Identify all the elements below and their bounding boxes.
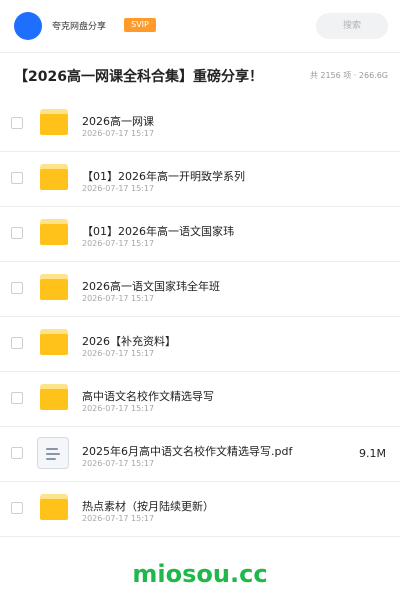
list-item[interactable]: 2026【补充资料】 2026-07-17 15:17 — [0, 317, 400, 372]
site-name: 夸克网盘分享 — [52, 22, 107, 32]
item-date: 2026-07-17 15:17 — [82, 459, 155, 468]
folder-icon — [40, 109, 68, 135]
item-checkbox[interactable] — [11, 447, 23, 459]
item-checkbox[interactable] — [11, 337, 23, 349]
share-title-bar: 【2026高一网课全科合集】重磅分享！ 共 2156 项 · 266.6G — [0, 52, 400, 98]
list-item[interactable]: 【01】2026年高一语文国家玮 2026-07-17 15:17 — [0, 207, 400, 262]
item-date: 2026-07-17 15:17 — [82, 294, 155, 303]
folder-icon — [40, 164, 68, 190]
item-checkbox[interactable] — [11, 392, 23, 404]
item-checkbox[interactable] — [11, 227, 23, 239]
list-item[interactable]: 高中语文名校作文精选导写 2026-07-17 15:17 — [0, 372, 400, 427]
item-date: 2026-07-17 15:17 — [82, 184, 155, 193]
list-item[interactable]: 2026高一语文国家玮全年班 2026-07-17 15:17 — [0, 262, 400, 317]
item-checkbox[interactable] — [11, 502, 23, 514]
list-item[interactable]: 2026高一网课 2026-07-17 15:17 — [0, 97, 400, 152]
folder-icon — [40, 219, 68, 245]
item-name: 【01】2026年高一开明致学系列 — [82, 170, 245, 183]
item-checkbox[interactable] — [11, 172, 23, 184]
search-input[interactable] — [316, 13, 388, 39]
item-name: 2026高一网课 — [82, 115, 154, 128]
item-name: 【01】2026年高一语文国家玮 — [82, 225, 234, 238]
folder-icon — [40, 384, 68, 410]
header-bar: 夸克网盘分享 SVIP — [0, 0, 400, 52]
folder-icon — [40, 329, 68, 355]
list-item[interactable]: 【01】2026年高一开明致学系列 2026-07-17 15:17 — [0, 152, 400, 207]
folder-icon — [40, 494, 68, 520]
svip-badge: SVIP — [124, 18, 156, 32]
avatar[interactable] — [14, 12, 42, 40]
list-item[interactable]: 热点素材（按月陆续更新） 2026-07-17 15:17 — [0, 482, 400, 537]
list-item[interactable]: 2025年6月高中语文名校作文精选导写.pdf 2026-07-17 15:17… — [0, 427, 400, 482]
file-list: 2026高一网课 2026-07-17 15:17 【01】2026年高一开明致… — [0, 97, 400, 537]
item-size: 9.1M — [359, 447, 386, 460]
watermark: miosou.cc — [132, 560, 268, 588]
item-date: 2026-07-17 15:17 — [82, 239, 155, 248]
item-date: 2026-07-17 15:17 — [82, 404, 155, 413]
item-name: 2026【补充资料】 — [82, 335, 176, 348]
folder-icon — [40, 274, 68, 300]
page-title: 【2026高一网课全科合集】重磅分享！ — [14, 69, 263, 85]
item-checkbox[interactable] — [11, 117, 23, 129]
item-name: 2025年6月高中语文名校作文精选导写.pdf — [82, 445, 293, 458]
item-date: 2026-07-17 15:17 — [82, 129, 155, 138]
document-icon — [37, 437, 69, 469]
share-stats: 共 2156 项 · 266.6G — [309, 71, 388, 80]
item-name: 高中语文名校作文精选导写 — [82, 390, 214, 403]
item-name: 热点素材（按月陆续更新） — [82, 500, 214, 513]
item-name: 2026高一语文国家玮全年班 — [82, 280, 220, 293]
item-checkbox[interactable] — [11, 282, 23, 294]
item-date: 2026-07-17 15:17 — [82, 514, 155, 523]
item-date: 2026-07-17 15:17 — [82, 349, 155, 358]
